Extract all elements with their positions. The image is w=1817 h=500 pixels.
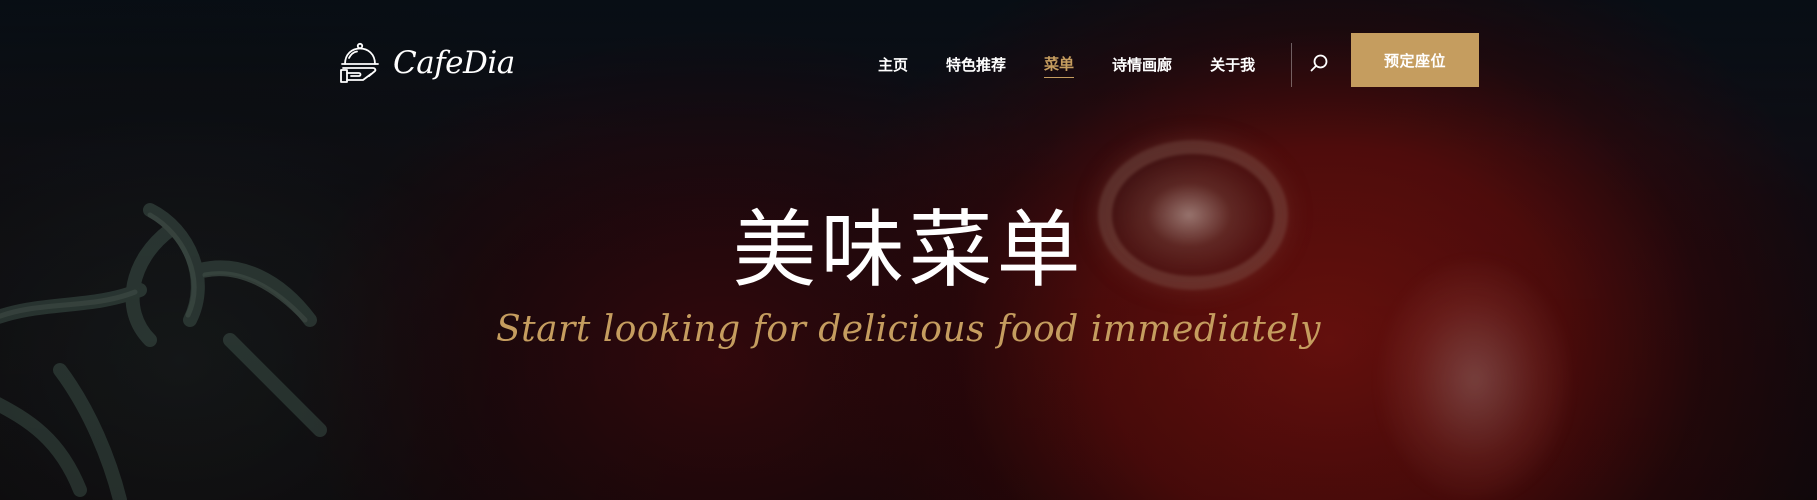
nav-divider bbox=[1291, 43, 1292, 87]
top-navigation: CafeDia 主页 特色推荐 菜单 诗情画廊 关于我 预定座位 bbox=[0, 0, 1817, 130]
nav-item-gallery[interactable]: 诗情画廊 bbox=[1112, 54, 1172, 78]
search-icon[interactable] bbox=[1309, 53, 1329, 73]
page-subtitle: Start looking for delicious food immedia… bbox=[496, 309, 1321, 350]
brand-name: CafeDia bbox=[393, 45, 515, 81]
main-menu: 主页 特色推荐 菜单 诗情画廊 关于我 bbox=[878, 53, 1255, 78]
cloche-tray-icon bbox=[340, 42, 379, 83]
hero-banner: CafeDia 主页 特色推荐 菜单 诗情画廊 关于我 预定座位 美味菜单 St… bbox=[0, 0, 1817, 500]
page-title: 美味菜单 bbox=[732, 201, 1085, 299]
nav-item-about[interactable]: 关于我 bbox=[1210, 54, 1255, 78]
nav-item-home[interactable]: 主页 bbox=[878, 54, 908, 78]
nav-item-menu[interactable]: 菜单 bbox=[1044, 53, 1075, 78]
reserve-seat-button[interactable]: 预定座位 bbox=[1351, 33, 1479, 87]
nav-item-featured[interactable]: 特色推荐 bbox=[946, 54, 1006, 78]
brand-logo[interactable]: CafeDia bbox=[337, 40, 515, 86]
